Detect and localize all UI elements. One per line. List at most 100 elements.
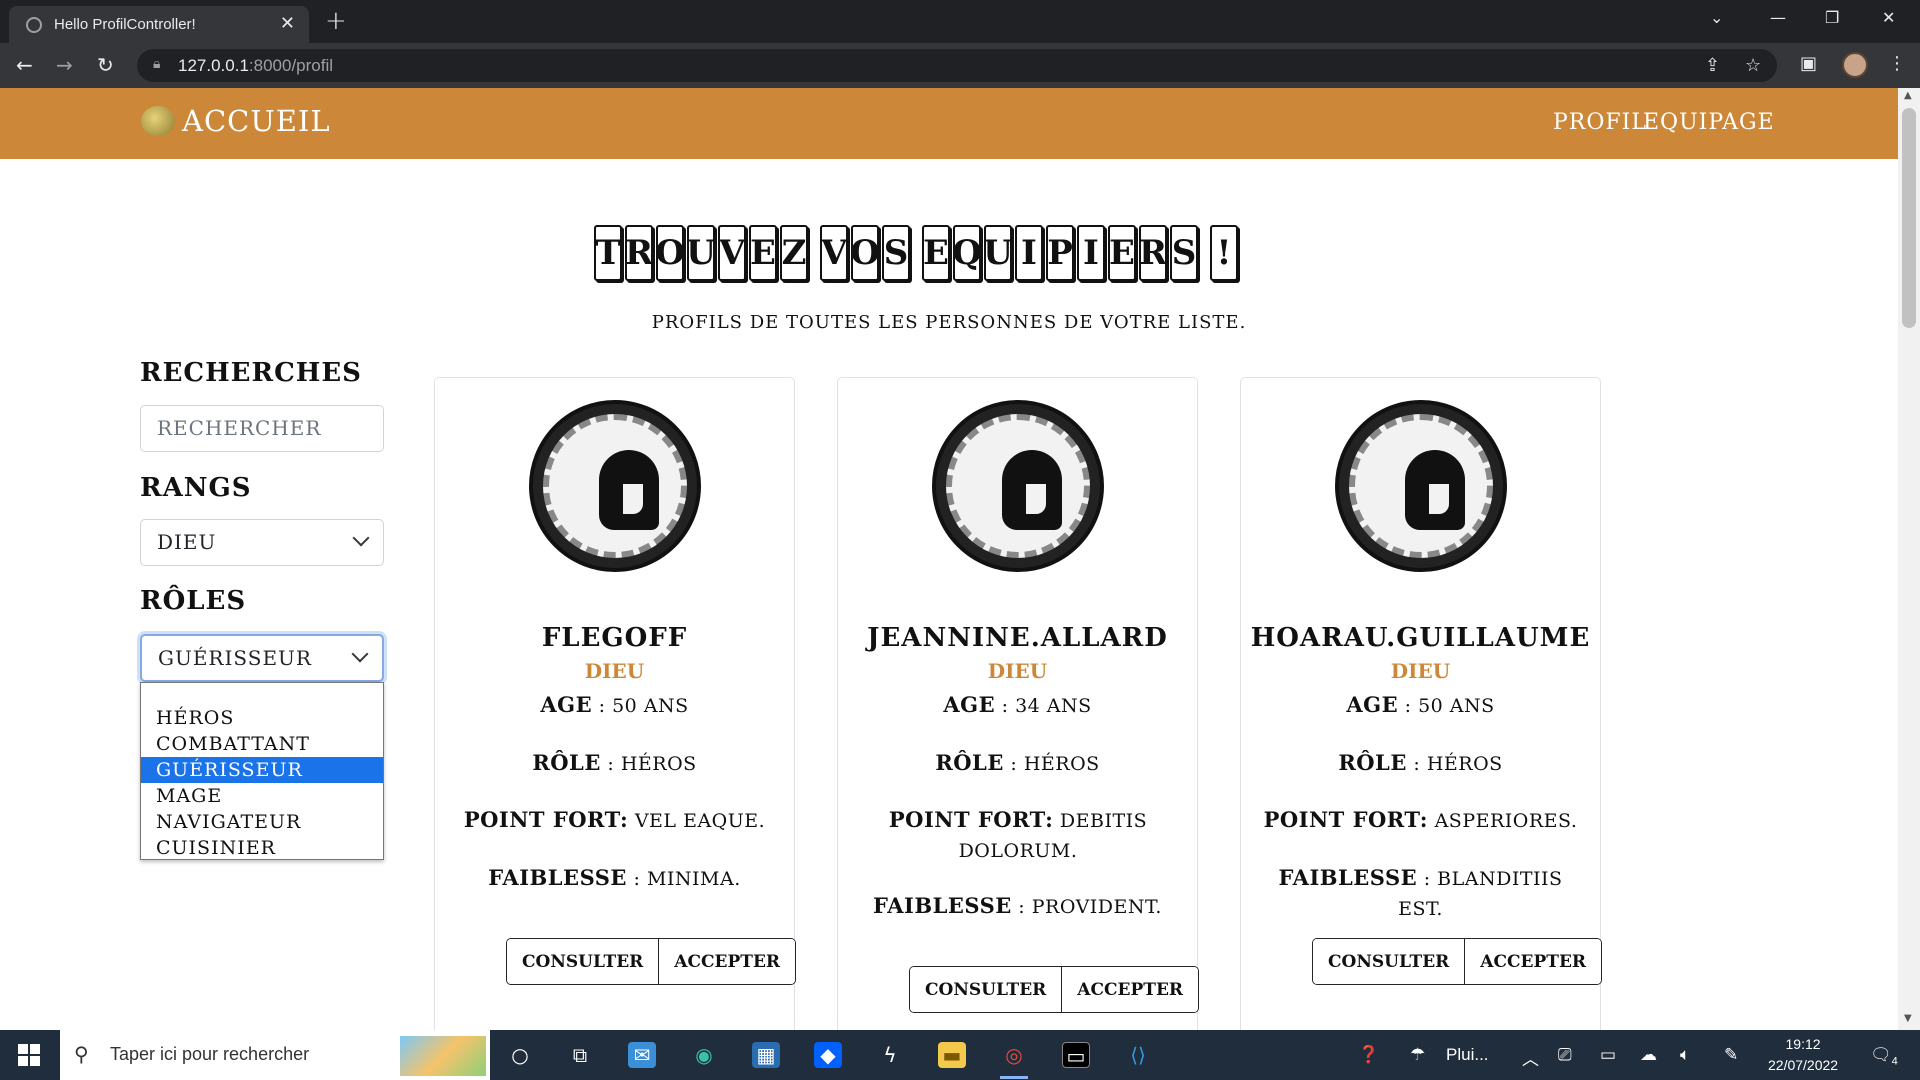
address-bar-row: ← → ↻ 🔒︎ 127.0.0.1:8000/profil ⇪ ☆ ▣ ⋮ [0, 43, 1920, 88]
title-letter: I [1015, 225, 1043, 281]
title-letter: O [655, 225, 685, 281]
title-letter: ! [1210, 225, 1238, 281]
profile-weakness: FAIBLESSE : MINIMA. [455, 863, 774, 894]
role-select[interactable]: GUÉRISSEUR [140, 634, 384, 682]
title-letter: E [922, 225, 950, 281]
minimize-icon[interactable]: — [1770, 8, 1786, 27]
nav-link-equipage[interactable]: EQUIPAGE [1643, 110, 1775, 135]
strength-label: POINT FORT: [888, 807, 1054, 832]
share-icon[interactable]: ⇪ [1705, 55, 1720, 76]
accept-button[interactable]: ACCEPTER [1464, 939, 1602, 984]
strength-value: VEL EAQUE. [634, 810, 766, 832]
taskbar-search[interactable]: ⚲ Taper ici pour rechercher [60, 1030, 490, 1080]
role-label: RÔLE [935, 750, 1004, 775]
profile-card: FLEGOFF DIEU AGE : 50 ANS RÔLE : HÉROS P… [434, 377, 797, 1030]
role-option[interactable] [141, 679, 383, 705]
title-word: TROUVEZ [594, 225, 808, 283]
profile-avatar[interactable] [1842, 52, 1868, 78]
consult-button[interactable]: CONSULTER [507, 939, 659, 984]
onedrive-cloud-icon[interactable]: ☁ [1640, 1045, 1657, 1065]
command-prompt-icon[interactable]: ▭ [1062, 1042, 1090, 1068]
edge-icon[interactable]: ◉ [690, 1042, 718, 1068]
bookmark-star-icon[interactable]: ☆ [1745, 55, 1761, 76]
weather-text[interactable]: Plui... [1446, 1045, 1489, 1065]
role-option[interactable]: CUISINIER [141, 835, 383, 861]
title-letter: T [594, 225, 622, 281]
store-icon[interactable]: ▦ [752, 1042, 780, 1068]
title-word: ! [1210, 225, 1238, 283]
scrollbar-thumb[interactable] [1902, 108, 1916, 328]
vscode-icon[interactable]: ⟨⟩ [1124, 1042, 1152, 1068]
page-scrollbar[interactable]: ▲ ▼ [1898, 88, 1920, 1030]
search-placeholder: RECHERCHER [157, 416, 322, 440]
new-tab-icon[interactable]: + [325, 6, 347, 36]
nav-link-profil[interactable]: PROFIL [1553, 110, 1647, 135]
search-input[interactable]: RECHERCHER [140, 405, 384, 452]
site-navbar: ACCUEIL PROFIL EQUIPAGE [0, 88, 1898, 159]
title-letter: Z [780, 225, 808, 281]
scroll-up-icon[interactable]: ▲ [1904, 90, 1912, 101]
weather-icon[interactable]: ☂ [1410, 1045, 1425, 1065]
taskbar-clock[interactable]: 19:12 22/07/2022 [1768, 1034, 1838, 1076]
url-text: 127.0.0.1:8000/profil [178, 56, 333, 76]
menu-icon[interactable]: ⋮ [1888, 53, 1906, 74]
role-option[interactable]: MAGE [141, 783, 383, 809]
dropbox-icon[interactable]: ◆ [814, 1042, 842, 1068]
back-icon[interactable]: ← [16, 53, 33, 77]
tray-chevron-up-icon[interactable]: ︿ [1522, 1045, 1539, 1070]
role-option[interactable]: COMBATTANT [141, 731, 383, 757]
reload-icon[interactable]: ↻ [97, 53, 114, 77]
role-option[interactable]: GUÉRISSEUR [141, 757, 383, 783]
brand-logo-icon[interactable] [141, 106, 175, 136]
close-tab-icon[interactable]: ✕ [280, 13, 295, 34]
chrome-icon[interactable]: ◎ [1000, 1042, 1028, 1079]
file-explorer-icon[interactable]: ▬ [938, 1042, 966, 1068]
tab-search-chevron-icon[interactable]: ⌄ [1710, 8, 1723, 27]
browser-tab[interactable]: Hello ProfilController! ✕ [9, 6, 309, 43]
accept-button[interactable]: ACCEPTER [1061, 967, 1199, 1012]
brand-link[interactable]: ACCUEIL [182, 104, 331, 138]
pen-icon[interactable]: ✎ [1724, 1045, 1738, 1065]
side-panel-icon[interactable]: ▣ [1800, 53, 1817, 74]
chevron-down-icon [352, 529, 370, 547]
strength-label: POINT FORT: [463, 807, 629, 832]
weakness-label: FAIBLESSE [488, 865, 627, 890]
meet-icon[interactable]: ⎚ [1558, 1045, 1572, 1065]
title-word: EQUIPIERS [922, 225, 1198, 283]
restore-icon[interactable]: ❐ [1825, 8, 1839, 27]
role-value: : HÉROS [1010, 753, 1100, 775]
windows-taskbar: ⚲ Taper ici pour rechercher ○ ⧉ ✉ ◉ ▦ ◆ … [0, 1030, 1920, 1080]
accept-button[interactable]: ACCEPTER [658, 939, 796, 984]
terminal-app-icon[interactable]: ϟ [876, 1042, 904, 1068]
profile-role: RÔLE : HÉROS [858, 748, 1177, 779]
volume-icon[interactable]: 🔈︎ [1680, 1045, 1690, 1065]
cortana-icon[interactable]: ○ [506, 1042, 534, 1068]
consult-button[interactable]: CONSULTER [910, 967, 1062, 1012]
age-value: : 50 ANS [1404, 695, 1495, 717]
title-letter: U [983, 225, 1013, 281]
task-view-icon[interactable]: ⧉ [566, 1042, 594, 1068]
help-icon[interactable]: ❓ [1358, 1045, 1379, 1065]
age-value: : 34 ANS [1001, 695, 1092, 717]
role-option[interactable]: NAVIGATEUR [141, 809, 383, 835]
windows-start-icon[interactable] [18, 1044, 40, 1066]
title-letter: R [1139, 225, 1167, 281]
age-label: AGE [540, 692, 593, 717]
lock-icon[interactable]: 🔒︎ [153, 56, 160, 72]
url-field[interactable]: 🔒︎ 127.0.0.1:8000/profil ⇪ ☆ [137, 49, 1777, 82]
consult-button[interactable]: CONSULTER [1313, 939, 1465, 984]
battery-icon[interactable]: ▭ [1600, 1045, 1616, 1065]
helmet-shape [599, 450, 659, 530]
chevron-down-icon [351, 645, 369, 663]
mail-icon[interactable]: ✉ [628, 1042, 656, 1068]
scroll-down-icon[interactable]: ▼ [1904, 1013, 1912, 1024]
ranks-heading: RANGS [140, 473, 252, 503]
helmet-shape [1002, 450, 1062, 530]
age-value: : 50 ANS [598, 695, 689, 717]
rank-select[interactable]: DIEU [140, 519, 384, 566]
search-heading: RECHERCHES [140, 358, 362, 388]
role-option[interactable]: HÉROS [141, 705, 383, 731]
notifications-icon[interactable]: 🗨︎4 [1870, 1045, 1898, 1067]
forward-icon[interactable]: → [56, 53, 73, 77]
close-window-icon[interactable]: ✕ [1882, 8, 1895, 27]
